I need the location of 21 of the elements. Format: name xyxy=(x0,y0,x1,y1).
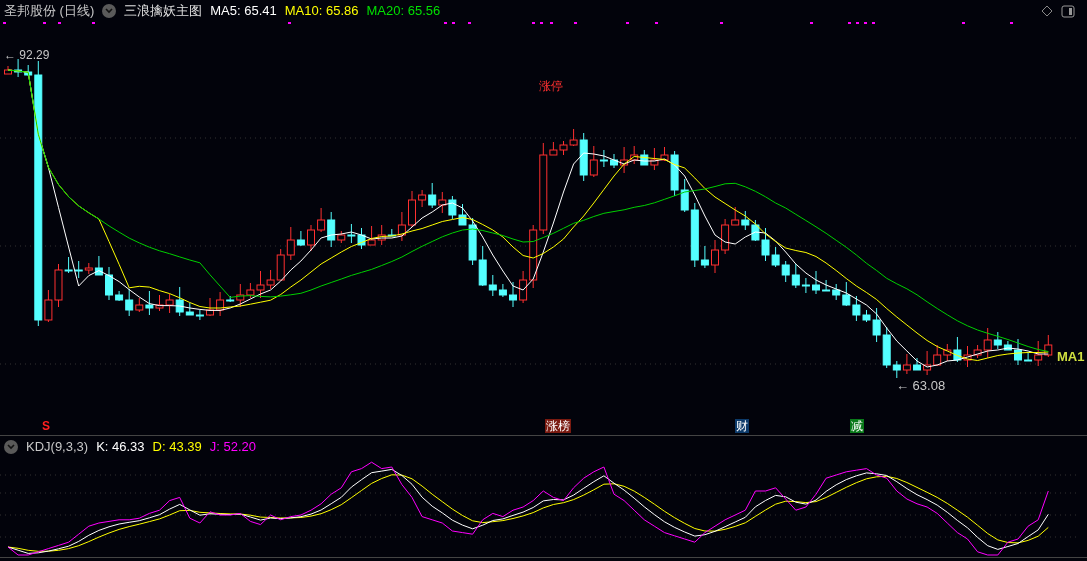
kdj-value: J: 52.20 xyxy=(209,437,256,456)
ma-value: MA20: 65.56 xyxy=(366,2,441,21)
stock-title: 圣邦股份 (日线) xyxy=(4,2,95,21)
event-badge[interactable]: 涨榜 xyxy=(545,419,571,433)
event-badge[interactable]: 财 xyxy=(735,419,749,433)
ma-value: MA10: 65.86 xyxy=(284,2,359,21)
limit-up-label: 涨停 xyxy=(539,78,563,95)
dropdown-icon[interactable] xyxy=(102,4,117,18)
high-price-label: ← 92.29 xyxy=(4,47,50,64)
kdj-value: K: 46.33 xyxy=(96,437,145,456)
dropdown-icon[interactable] xyxy=(4,439,18,454)
kdj-indicator-name: KDJ(9,3,3) xyxy=(26,437,89,456)
ma-line-label: MA1 xyxy=(1057,348,1085,366)
indicator-name: 三浪擒妖主图 xyxy=(124,2,203,21)
ma-value: MA5: 65.41 xyxy=(210,2,277,21)
panel-toggle-icon[interactable] xyxy=(1061,4,1075,18)
low-price-label: ← 63.08 xyxy=(896,377,946,395)
kdj-value: D: 43.39 xyxy=(152,437,202,456)
diamond-icon[interactable] xyxy=(1041,5,1053,17)
event-badge[interactable]: 减 xyxy=(850,419,864,433)
event-marker[interactable]: S xyxy=(42,419,50,434)
